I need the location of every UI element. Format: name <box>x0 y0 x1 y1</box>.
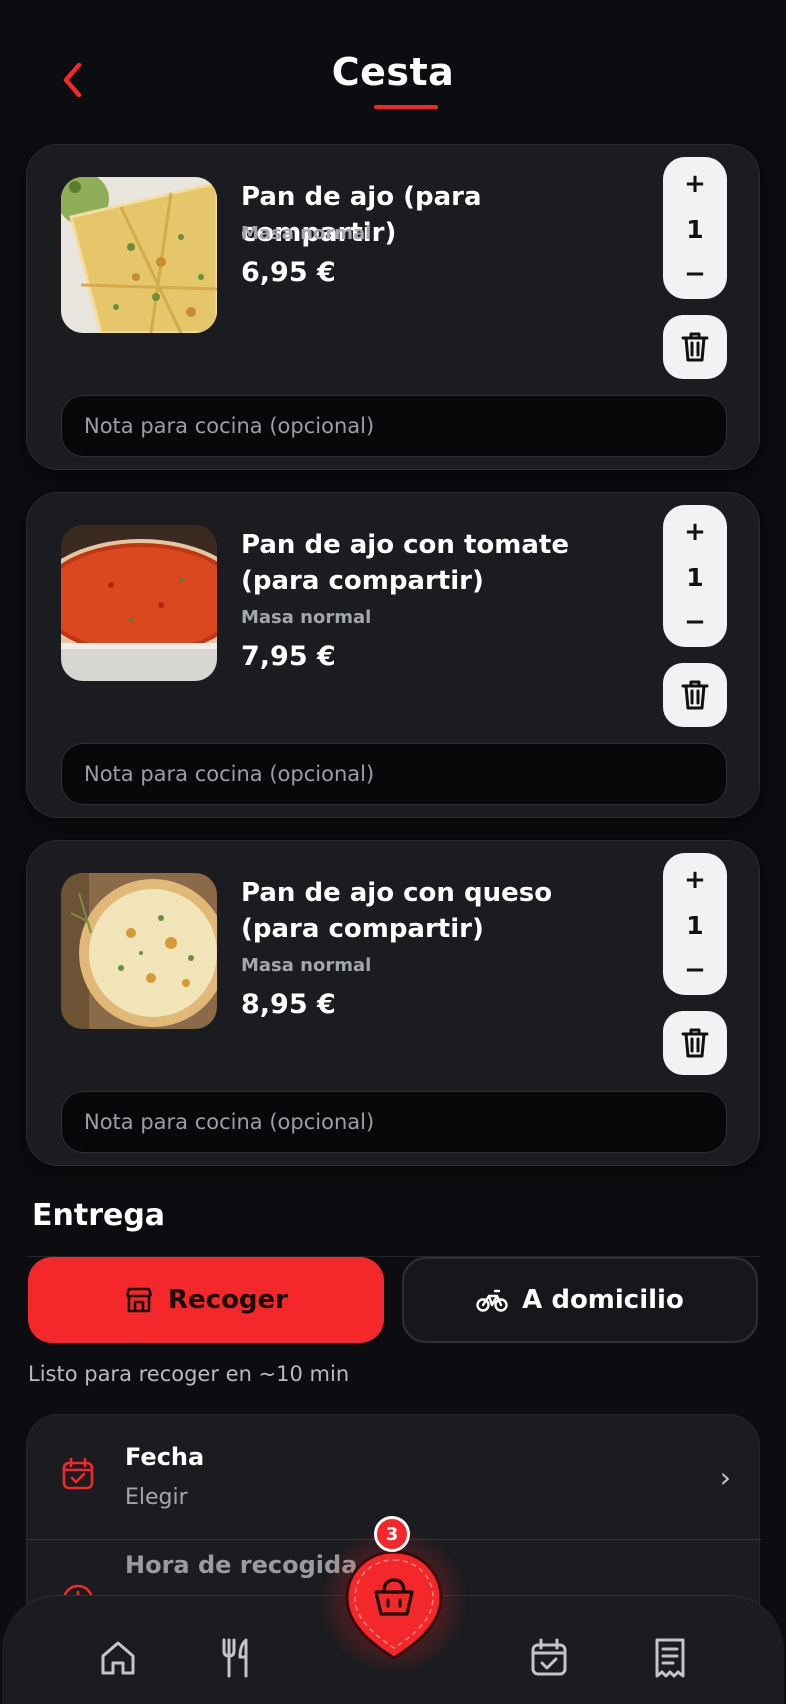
quantity-value: 1 <box>686 910 704 940</box>
trash-icon <box>681 332 709 362</box>
quantity-stepper: + 1 − <box>663 853 727 995</box>
increase-button[interactable]: + <box>663 517 727 547</box>
pickup-time-label: Hora de recogida <box>125 1551 358 1579</box>
quantity-stepper: + 1 − <box>663 157 727 299</box>
cart-item-card: Pan de ajo (para compartir) Masa normal … <box>26 144 760 470</box>
page-title: Cesta <box>331 50 455 94</box>
delivery-label: A domicilio <box>522 1285 684 1315</box>
calendar-check-icon[interactable] <box>525 1634 573 1682</box>
date-value: Elegir <box>125 1485 188 1510</box>
cart-item-card: Pan de ajo con tomate (para compartir) M… <box>26 492 760 818</box>
title-underline <box>374 105 438 109</box>
item-variant: Masa normal <box>241 223 372 244</box>
delivery-tab[interactable]: A domicilio <box>402 1257 758 1343</box>
delete-button[interactable] <box>663 315 727 379</box>
item-price: 6,95 € <box>241 257 336 288</box>
kitchen-note-input[interactable]: Nota para cocina (opcional) <box>61 743 727 805</box>
quantity-value: 1 <box>686 214 704 244</box>
header: Cesta <box>0 0 786 130</box>
decrease-button[interactable]: − <box>663 259 727 289</box>
increase-button[interactable]: + <box>663 865 727 895</box>
cart-button[interactable] <box>343 1548 445 1660</box>
cart-item-card: Pan de ajo con queso (para compartir) Ma… <box>26 840 760 1166</box>
kitchen-note-input[interactable]: Nota para cocina (opcional) <box>61 395 727 457</box>
trash-icon <box>681 1028 709 1058</box>
ready-time-text: Listo para recoger en ~10 min <box>28 1362 350 1386</box>
receipt-icon[interactable] <box>646 1634 694 1682</box>
quantity-value: 1 <box>686 562 704 592</box>
item-price: 7,95 € <box>241 641 336 672</box>
increase-button[interactable]: + <box>663 169 727 199</box>
bicycle-icon <box>476 1289 508 1312</box>
calendar-icon <box>61 1457 95 1495</box>
utensils-icon[interactable] <box>212 1634 260 1682</box>
trash-icon <box>681 680 709 710</box>
delete-button[interactable] <box>663 1011 727 1075</box>
pickup-tab[interactable]: Recoger <box>28 1257 384 1343</box>
item-image <box>61 873 217 1029</box>
item-price: 8,95 € <box>241 989 336 1020</box>
cart-count-badge: 3 <box>374 1516 410 1552</box>
decrease-button[interactable]: − <box>663 607 727 637</box>
item-name: Pan de ajo con queso (para compartir) <box>241 878 553 944</box>
kitchen-note-input[interactable]: Nota para cocina (opcional) <box>61 1091 727 1153</box>
item-variant: Masa normal <box>241 607 372 628</box>
item-image <box>61 525 217 681</box>
item-image <box>61 177 217 333</box>
quantity-stepper: + 1 − <box>663 505 727 647</box>
store-icon <box>125 1287 153 1313</box>
home-icon[interactable] <box>94 1634 142 1682</box>
item-variant: Masa normal <box>241 955 372 976</box>
decrease-button[interactable]: − <box>663 955 727 985</box>
chevron-right-icon: › <box>719 1461 731 1494</box>
delivery-section-title: Entrega <box>32 1198 166 1233</box>
delete-button[interactable] <box>663 663 727 727</box>
item-name: Pan de ajo con tomate (para compartir) <box>241 530 569 596</box>
pickup-label: Recoger <box>168 1285 288 1315</box>
date-label: Fecha <box>125 1443 205 1471</box>
